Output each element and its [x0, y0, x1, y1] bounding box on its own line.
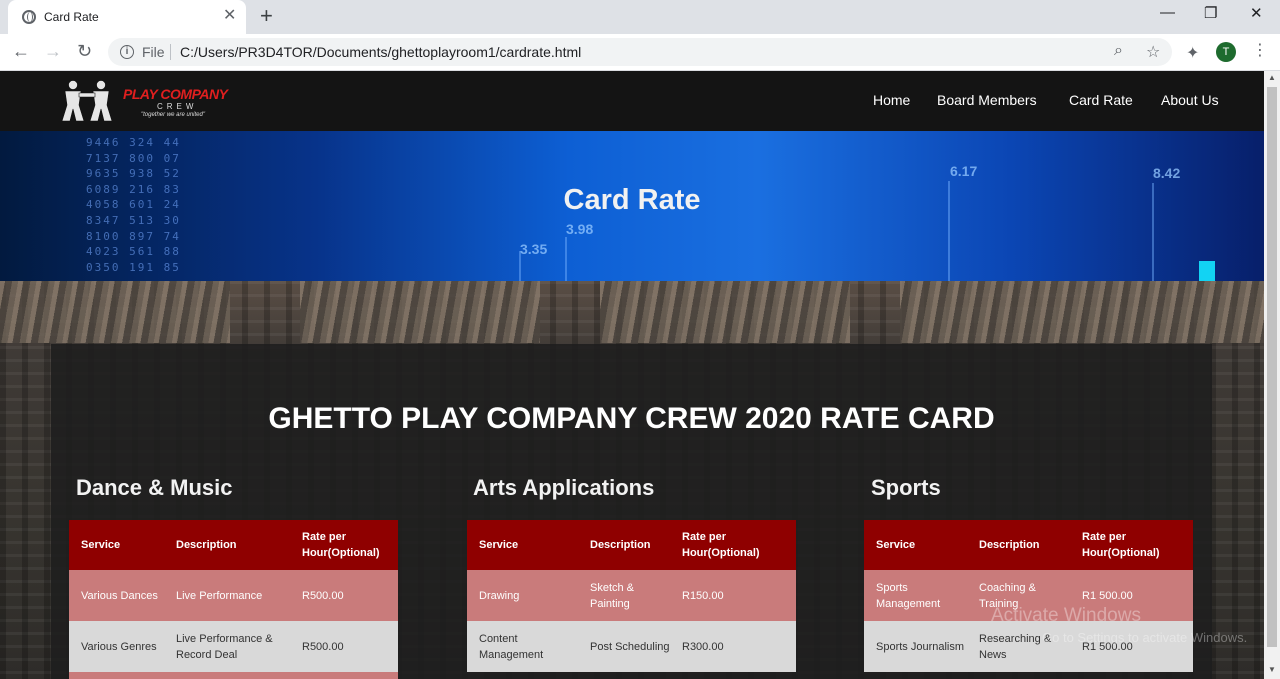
browser-toolbar: ← → ↻ i File C:/Users/PR3D4TOR/Documents… [0, 34, 1280, 71]
file-label: File [142, 44, 165, 60]
hero-number: 3.35 [520, 241, 548, 257]
new-tab-button[interactable]: + [260, 4, 273, 28]
background-roof [900, 281, 1264, 343]
cell-service: Content Management [467, 621, 578, 672]
browser-menu-icon[interactable]: ⋮ [1252, 42, 1268, 60]
header-service: Service [69, 520, 164, 570]
category-title-dance-music: Dance & Music [76, 475, 233, 500]
header-description: Description [164, 520, 290, 570]
address-bar[interactable]: i File C:/Users/PR3D4TOR/Documents/ghett… [108, 38, 1172, 66]
nav-about-us[interactable]: About Us [1161, 92, 1219, 108]
category-title-sports: Sports [871, 475, 941, 500]
crew-figures-logo-icon [61, 80, 113, 122]
table-header-row: Service Description Rate per Hour(Option… [69, 520, 398, 570]
cell-rate: R500.00 [290, 570, 398, 621]
cell-service: Various Genres [69, 621, 164, 672]
site-logo[interactable]: PLAY COMPANY CREW "together we are unite… [55, 77, 235, 125]
rate-card-title: GHETTO PLAY COMPANY CREW 2020 RATE CARD [268, 402, 995, 435]
tab-title: Card Rate [44, 10, 99, 24]
browser-tab[interactable]: Card Rate ✕ [8, 0, 246, 34]
page-title: Card Rate [563, 184, 701, 216]
rate-table-sports: Service Description Rate per Hour(Option… [864, 520, 1193, 672]
url-text[interactable]: C:/Users/PR3D4TOR/Documents/ghettoplayro… [180, 44, 581, 60]
background-roof [0, 281, 230, 343]
cell-service: Sports Journalism [864, 621, 967, 672]
back-icon[interactable]: ← [12, 41, 30, 61]
table-row: Sports Journalism Researching & News R1 … [864, 621, 1193, 672]
hero-number: 8.42 [1153, 165, 1181, 181]
cell-rate: R1 500.00 [1070, 621, 1193, 672]
table-row: Content Management Post Scheduling R300.… [467, 621, 796, 672]
cell-rate: R300.00 [670, 621, 796, 672]
extensions-icon[interactable]: ✦ [1186, 43, 1199, 63]
table-row [69, 672, 398, 679]
cell-description: Researching & News [967, 621, 1070, 672]
nav-card-rate[interactable]: Card Rate [1069, 92, 1133, 108]
reload-icon[interactable]: ↻ [77, 41, 92, 61]
restore-button[interactable]: ❐ [1204, 4, 1217, 22]
header-description: Description [578, 520, 670, 570]
close-tab-icon[interactable]: ✕ [223, 7, 236, 25]
windows-activation-watermark: Activate Windows [991, 605, 1141, 626]
cell-service: Sports Management [864, 570, 967, 621]
header-rate: Rate per Hour(Optional) [670, 520, 796, 570]
zoom-icon[interactable]: ⌕ [1114, 42, 1123, 60]
rate-card-panel: GHETTO PLAY COMPANY CREW 2020 RATE CARD … [51, 344, 1212, 679]
cell-rate: R500.00 [290, 621, 398, 672]
cell-description: Post Scheduling [578, 621, 670, 672]
header-rate: Rate per Hour(Optional) [290, 520, 398, 570]
hero-banner: 9446 324 44 7137 800 07 9635 938 52 6089… [0, 131, 1264, 281]
profile-avatar[interactable]: T [1216, 42, 1236, 62]
bookmark-star-icon[interactable]: ☆ [1146, 42, 1160, 62]
background-roof [600, 281, 850, 343]
hero-number: 6.17 [950, 163, 978, 179]
forward-icon[interactable]: → [44, 41, 62, 61]
windows-activation-subtext: Go to Settings to activate Windows. [1042, 630, 1248, 645]
hero-chart-bar [565, 237, 567, 281]
logo-sub-text: CREW [157, 102, 198, 111]
rate-table-arts: Service Description Rate per Hour(Option… [467, 520, 796, 672]
table-header-row: Service Description Rate per Hour(Option… [467, 520, 796, 570]
header-description: Description [967, 520, 1070, 570]
table-row: Various Genres Live Performance & Record… [69, 621, 398, 672]
background-roof [300, 281, 540, 343]
cell-rate: R150.00 [670, 570, 796, 621]
logo-tagline: "together we are united" [141, 112, 205, 118]
omnibox-divider [170, 44, 171, 60]
cell-description: Live Performance [164, 570, 290, 621]
globe-icon [22, 10, 36, 24]
nav-board-members[interactable]: Board Members [937, 92, 1037, 108]
header-service: Service [467, 520, 578, 570]
info-icon[interactable]: i [120, 45, 134, 59]
logo-main-text: PLAY COMPANY [123, 86, 228, 102]
table-row: Drawing Sketch & Painting R150.00 [467, 570, 796, 621]
page-scrollbar[interactable]: ▲ ▼ [1264, 71, 1280, 679]
rate-table-dance-music: Service Description Rate per Hour(Option… [69, 520, 398, 679]
category-title-arts: Arts Applications [473, 475, 655, 500]
scroll-down-icon[interactable]: ▼ [1268, 665, 1276, 674]
cell-description: Sketch & Painting [578, 570, 670, 621]
hero-accent-block [1199, 261, 1215, 281]
site-navbar: PLAY COMPANY CREW "together we are unite… [0, 71, 1264, 131]
scroll-up-icon[interactable]: ▲ [1268, 73, 1276, 82]
table-row: Various Dances Live Performance R500.00 [69, 570, 398, 621]
page-viewport: PLAY COMPANY CREW "together we are unite… [0, 71, 1264, 679]
nav-home[interactable]: Home [873, 92, 910, 108]
cell-description: Live Performance & Record Deal [164, 621, 290, 672]
hero-number: 3.98 [566, 221, 594, 237]
scrollbar-thumb[interactable] [1267, 87, 1277, 647]
close-window-button[interactable]: ✕ [1250, 4, 1263, 22]
minimize-button[interactable]: — [1160, 4, 1175, 21]
cell-service: Various Dances [69, 570, 164, 621]
table-header-row: Service Description Rate per Hour(Option… [864, 520, 1193, 570]
header-rate: Rate per Hour(Optional) [1070, 520, 1193, 570]
browser-tab-strip: Card Rate ✕ + — ❐ ✕ [0, 0, 1280, 34]
header-service: Service [864, 520, 967, 570]
cell-service: Drawing [467, 570, 578, 621]
